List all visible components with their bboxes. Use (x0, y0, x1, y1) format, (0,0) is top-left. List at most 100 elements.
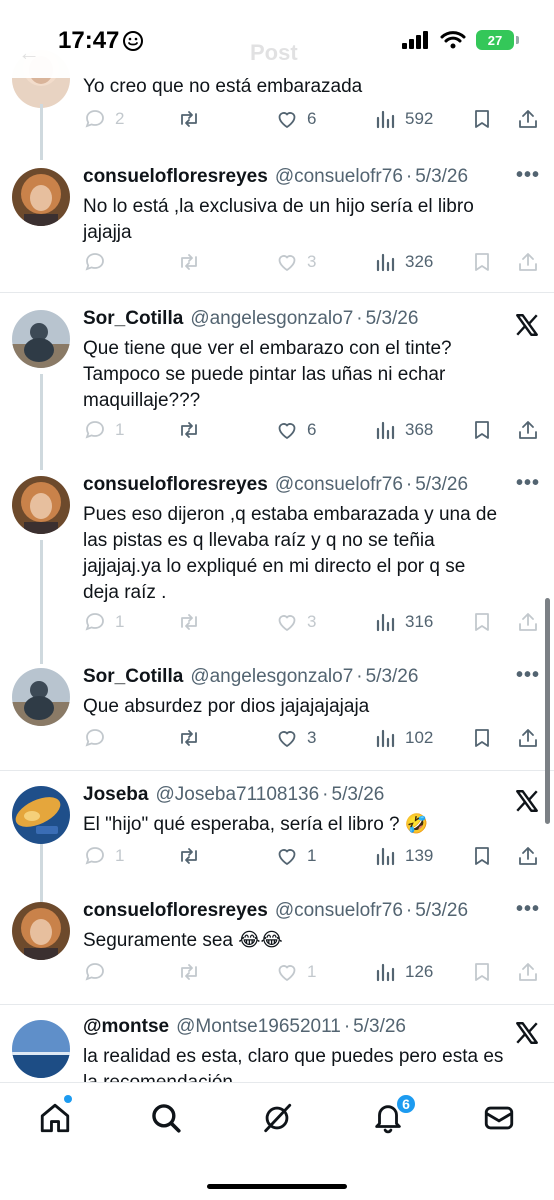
like-button[interactable]: 1 (275, 960, 316, 984)
like-button[interactable]: 3 (275, 250, 316, 274)
more-icon[interactable]: ••• (516, 164, 540, 187)
share-button[interactable] (516, 844, 540, 868)
views-button[interactable]: 316 (373, 610, 433, 634)
x-logo-icon[interactable] (514, 1020, 540, 1046)
nav-search[interactable] (149, 1101, 183, 1135)
reply-button[interactable]: 1 (83, 418, 124, 442)
tweet[interactable]: Sor_Cotilla @angelesgonzalo7 · 5/3/26 ••… (0, 664, 554, 770)
reply-button[interactable]: 2 (83, 107, 124, 131)
reply-button[interactable] (83, 960, 115, 984)
author-name[interactable]: consuelofloresreyes (83, 900, 268, 922)
avatar[interactable] (12, 786, 70, 844)
like-button[interactable]: 1 (275, 844, 316, 868)
author-handle[interactable]: @angelesgonzalo7 (190, 308, 353, 330)
x-logo-icon[interactable] (514, 788, 540, 814)
avatar[interactable] (12, 902, 70, 960)
author-handle[interactable]: @consuelofr76 (275, 900, 403, 922)
like-button[interactable]: 6 (275, 418, 316, 442)
bookmark-button[interactable] (470, 844, 494, 868)
author-name[interactable]: consuelofloresreyes (83, 474, 268, 496)
author-name[interactable]: @montse (83, 1016, 169, 1038)
bookmark-button[interactable] (470, 107, 494, 131)
tweet-date[interactable]: 5/3/26 (366, 308, 419, 330)
avatar[interactable] (12, 476, 70, 534)
tweet[interactable]: Joseba @Joseba71108136 · 5/3/26 El "hijo… (0, 784, 554, 888)
home-icon (40, 1103, 70, 1133)
author-handle[interactable]: @Montse19652011 (176, 1016, 341, 1038)
author-name[interactable]: Sor_Cotilla (83, 308, 183, 330)
retweet-button[interactable] (177, 418, 201, 442)
author-handle[interactable]: @Joseba71108136 (155, 784, 319, 806)
views-button[interactable]: 102 (373, 726, 433, 750)
tweet-partial[interactable]: Yo creo que no está embarazada 2 6 592 (0, 50, 554, 158)
share-button[interactable] (516, 960, 540, 984)
avatar[interactable] (12, 168, 70, 226)
share-button[interactable] (516, 250, 540, 274)
like-count: 6 (307, 109, 317, 128)
views-button[interactable]: 139 (373, 844, 433, 868)
retweet-button[interactable] (177, 844, 201, 868)
retweet-button[interactable] (177, 960, 201, 984)
tweet[interactable]: @montse @Montse19652011 · 5/3/26 la real… (0, 1016, 554, 1082)
tweet[interactable]: consuelofloresreyes @consuelofr76 · 5/3/… (0, 164, 554, 292)
share-button[interactable] (516, 418, 540, 442)
more-icon[interactable]: ••• (516, 472, 540, 495)
share-button[interactable] (516, 726, 540, 750)
tweet-date[interactable]: 5/3/26 (415, 166, 468, 188)
share-button[interactable] (516, 107, 540, 131)
reply-button[interactable]: 1 (83, 844, 124, 868)
author-name[interactable]: consuelofloresreyes (83, 166, 268, 188)
retweet-button[interactable] (177, 250, 201, 274)
more-icon[interactable]: ••• (516, 664, 540, 687)
author-name[interactable]: Joseba (83, 784, 148, 806)
nav-messages[interactable] (482, 1101, 516, 1135)
x-logo-icon[interactable] (514, 312, 540, 338)
like-button[interactable]: 3 (275, 610, 316, 634)
author-handle[interactable]: @consuelofr76 (275, 166, 403, 188)
more-icon[interactable]: ••• (516, 898, 540, 921)
views-button[interactable]: 368 (373, 418, 433, 442)
tweet-text: la realidad es esta, claro que puedes pe… (83, 1046, 504, 1082)
tweet[interactable]: Sor_Cotilla @angelesgonzalo7 · 5/3/26 Qu… (0, 308, 554, 458)
reply-button[interactable]: 1 (83, 610, 124, 634)
retweet-button[interactable] (177, 107, 201, 131)
share-button[interactable] (516, 610, 540, 634)
bookmark-button[interactable] (470, 726, 494, 750)
bookmark-button[interactable] (470, 960, 494, 984)
nav-home[interactable] (38, 1101, 72, 1135)
tweet-date[interactable]: 5/3/26 (332, 784, 385, 806)
reply-button[interactable] (83, 726, 115, 750)
author-handle[interactable]: @consuelofr76 (275, 474, 403, 496)
tweet-date[interactable]: 5/3/26 (366, 666, 419, 688)
author-handle[interactable]: @angelesgonzalo7 (190, 666, 353, 688)
nav-grok[interactable] (260, 1101, 294, 1135)
avatar[interactable] (12, 668, 70, 726)
tweet-date[interactable]: 5/3/26 (415, 474, 468, 496)
tweet[interactable]: consuelofloresreyes @consuelofr76 · 5/3/… (0, 898, 554, 1004)
reply-button[interactable] (83, 250, 115, 274)
retweet-button[interactable] (177, 726, 201, 750)
scrollbar[interactable] (545, 598, 550, 824)
tweet-date[interactable]: 5/3/26 (415, 900, 468, 922)
retweet-button[interactable] (177, 610, 201, 634)
views-button[interactable]: 326 (373, 250, 433, 274)
back-arrow-icon[interactable]: ← (18, 40, 40, 66)
avatar[interactable] (12, 1020, 70, 1078)
tweet-date[interactable]: 5/3/26 (353, 1016, 406, 1038)
views-button[interactable]: 592 (373, 107, 433, 131)
views-button[interactable]: 126 (373, 960, 433, 984)
bookmark-button[interactable] (470, 250, 494, 274)
tweet-actions: 3 326 (83, 250, 542, 276)
bookmark-icon (475, 613, 489, 631)
bookmark-button[interactable] (470, 418, 494, 442)
reply-icon (85, 963, 104, 981)
like-button[interactable]: 3 (275, 726, 316, 750)
share-icon (519, 847, 537, 865)
avatar[interactable] (12, 310, 70, 368)
tweet-header: @montse @Montse19652011 · 5/3/26 (83, 1016, 534, 1044)
author-name[interactable]: Sor_Cotilla (83, 666, 183, 688)
bookmark-button[interactable] (470, 610, 494, 634)
thread-line (40, 104, 43, 160)
like-button[interactable]: 6 (275, 107, 316, 131)
tweet[interactable]: consuelofloresreyes @consuelofr76 · 5/3/… (0, 472, 554, 642)
